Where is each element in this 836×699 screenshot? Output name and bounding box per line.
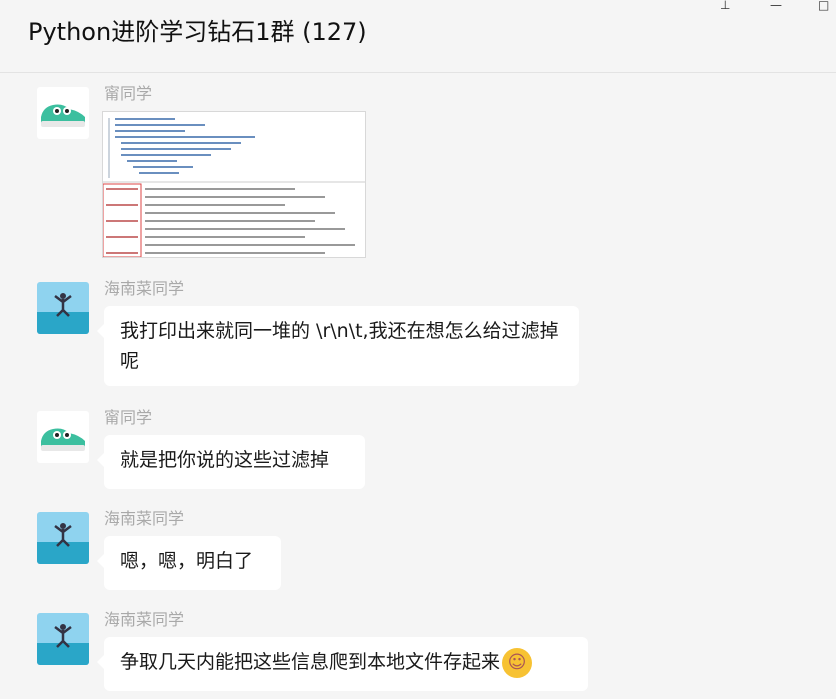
sender-name: 海南菜同学 <box>104 610 185 629</box>
maximize-icon[interactable]: □ <box>818 0 829 11</box>
message-bubble[interactable]: 就是把你说的这些过滤掉 <box>97 435 365 489</box>
laughing-crying-emoji-icon: ☺ <box>502 647 533 678</box>
jumping-person-avatar-icon[interactable] <box>37 282 89 334</box>
screenshot-image[interactable] <box>102 111 366 258</box>
message-text: 我打印出来就同一堆的 \r\n\t,我还在想怎么给过滤掉呢 <box>120 320 559 372</box>
message-bubble[interactable]: 争取几天内能把这些信息爬到本地文件存起来 ☺ <box>97 637 588 691</box>
message-text: 嗯，嗯，明白了 <box>120 550 254 572</box>
sender-name: 海南菜同学 <box>104 279 185 298</box>
message-text: 就是把你说的这些过滤掉 <box>120 449 330 471</box>
sender-name: 甯同学 <box>104 84 153 103</box>
pin-icon[interactable]: ⊥ <box>720 0 730 11</box>
chat-header: Python进阶学习钻石1群 (127) ⊥ — □ <box>0 0 836 73</box>
message-bubble[interactable]: 我打印出来就同一堆的 \r\n\t,我还在想怎么给过滤掉呢 <box>97 306 579 386</box>
message-text: 争取几天内能把这些信息爬到本地文件存起来 <box>120 651 501 673</box>
chat-title: Python进阶学习钻石1群 (127) <box>28 18 367 46</box>
minimize-icon[interactable]: — <box>770 0 782 11</box>
sender-name: 甯同学 <box>104 408 153 427</box>
sender-name: 海南菜同学 <box>104 509 185 528</box>
jumping-person-avatar-icon[interactable] <box>37 512 89 564</box>
message-bubble[interactable]: 嗯，嗯，明白了 <box>97 536 281 590</box>
shoe-avatar-icon[interactable] <box>37 411 89 463</box>
shoe-avatar-icon[interactable] <box>37 87 89 139</box>
jumping-person-avatar-icon[interactable] <box>37 613 89 665</box>
